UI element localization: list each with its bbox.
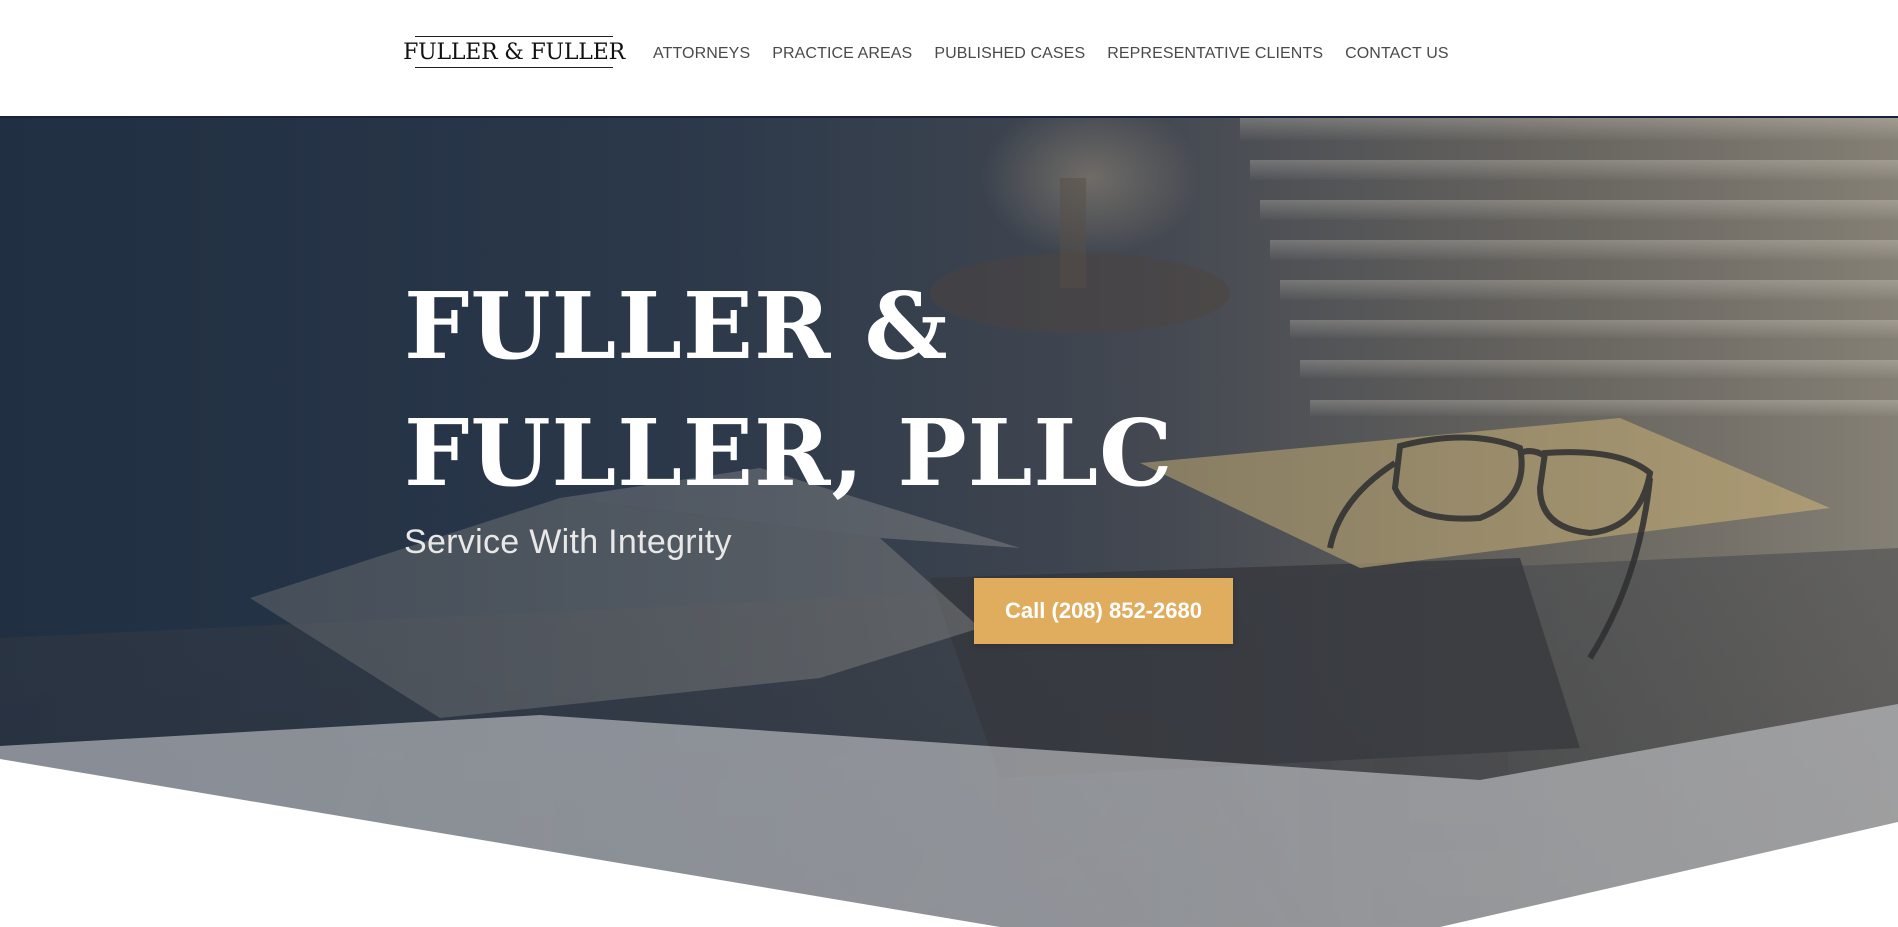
site-header: FULLER & FULLER ATTORNEYS PRACTICE AREAS… [0,0,1898,118]
hero-subtitle: Service With Integrity [404,523,732,561]
nav-item-practice-areas[interactable]: PRACTICE AREAS [772,45,912,63]
call-button[interactable]: Call (208) 852-2680 [974,578,1233,644]
nav-item-contact-us[interactable]: CONTACT US [1345,45,1449,63]
nav-item-published-cases[interactable]: PUBLISHED CASES [934,45,1085,63]
logo-text: FULLER & FULLER [403,39,625,65]
hero-section: ATTORNE FULLER & FULLER, PLLC Service Wi… [0,118,1898,927]
hero-title-line-1: FULLER & [404,272,949,380]
main-nav: ATTORNEYS PRACTICE AREAS PUBLISHED CASES… [653,42,1449,66]
nav-item-attorneys[interactable]: ATTORNEYS [653,45,750,63]
watermark-text: ATTORNE [290,698,1532,927]
site-logo[interactable]: FULLER & FULLER [403,36,625,68]
hero-title: FULLER & FULLER, PLLC [404,263,1204,517]
nav-item-representative-clients[interactable]: REPRESENTATIVE CLIENTS [1107,45,1323,63]
hero-title-line-2: FULLER, PLLC [404,399,1174,507]
